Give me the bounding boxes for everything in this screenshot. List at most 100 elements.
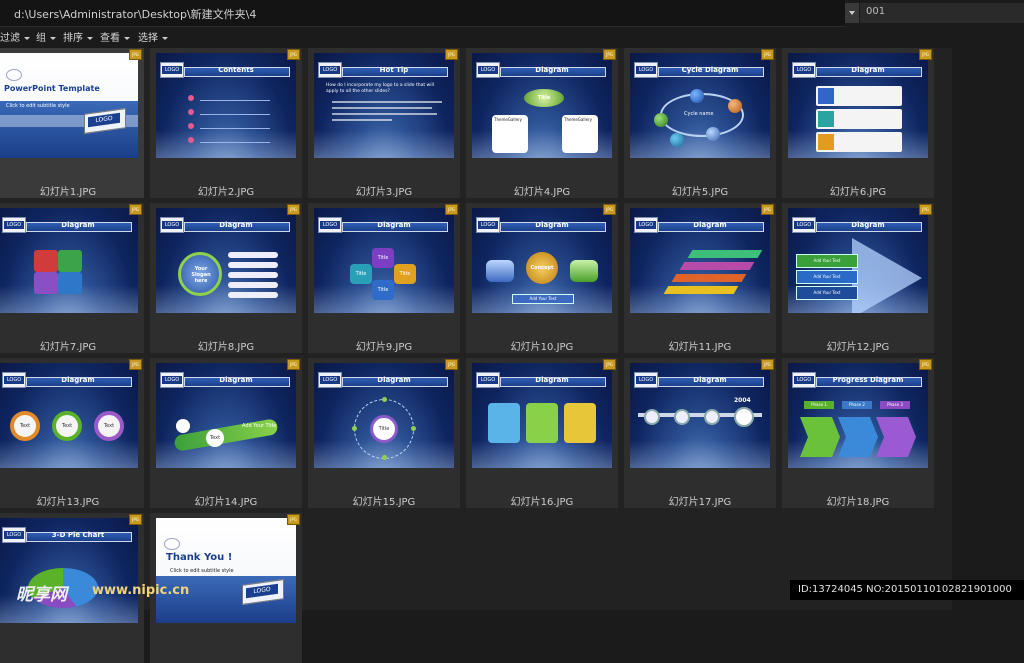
slide-thumbnail: LOGO Diagram [472, 363, 612, 468]
slide-thumbnail: LOGO Diagram [788, 53, 928, 158]
select-label: 选择 [138, 33, 158, 44]
select-menu[interactable]: 选择 [138, 29, 168, 44]
slide-title: Diagram [535, 66, 569, 74]
slide-title: Diagram [61, 221, 95, 229]
watermark-brand: 昵享网 [16, 585, 67, 605]
chevron-down-icon [50, 36, 56, 40]
address-dropdown-button[interactable] [845, 3, 859, 23]
thumbnail-grid: PowerPoint Template Click to edit subtit… [0, 48, 952, 663]
file-name: 幻灯片13.JPG [36, 497, 100, 508]
file-type-icon: JPG [445, 49, 458, 60]
filter-label: 过滤 [0, 33, 20, 44]
file-name: 幻灯片5.JPG [671, 187, 729, 198]
slide-title: Diagram [693, 376, 727, 384]
file-type-icon: JPG [761, 359, 774, 370]
file-tile[interactable]: LOGO Diagram Add Your Text Add Your Text… [782, 203, 934, 353]
slide-thumbnail: LOGO Progress Diagram Phase 1 Phase 2 Ph… [788, 363, 928, 468]
file-name: 幻灯片1.JPG [39, 187, 97, 198]
group-menu[interactable]: 组 [36, 29, 56, 44]
search-input[interactable]: 001 [860, 3, 1024, 23]
watermark-url: www.nipic.cn [92, 583, 190, 598]
file-tile[interactable]: LOGO Diagram JPG 幻灯片6.JPG [782, 48, 934, 198]
slide-title: Diagram [377, 221, 411, 229]
file-name: 幻灯片4.JPG [513, 187, 571, 198]
slide-thumbnail: LOGO Diagram Add Your Text Add Your Text… [788, 208, 928, 313]
slide-title: Diagram [219, 221, 253, 229]
file-type-icon: JPG [287, 514, 300, 525]
file-name: 幻灯片3.JPG [355, 187, 413, 198]
file-tile[interactable]: LOGO Diagram Title JPG 幻灯片15.JPG [308, 358, 460, 508]
slide-thumbnail: LOGO Diagram Your Slogan here [156, 208, 296, 313]
file-type-icon: JPG [287, 204, 300, 215]
file-tile[interactable]: LOGO Diagram Title ThemeGallery ThemeGal… [466, 48, 618, 198]
slide-title: PowerPoint Template [4, 84, 100, 93]
view-label: 查看 [100, 33, 120, 44]
slide-thumbnail: LOGO Diagram Title [314, 363, 454, 468]
file-tile[interactable]: LOGO Contents JPG 幻灯片2.JPG [150, 48, 302, 198]
file-name: 幻灯片6.JPG [829, 187, 887, 198]
file-tile[interactable]: LOGO Diagram JPG 幻灯片11.JPG [624, 203, 776, 353]
slide-title: 3-D Pie Chart [51, 531, 105, 539]
file-tile[interactable]: LOGO Cycle Diagram Cycle name JPG 幻灯片5.J… [624, 48, 776, 198]
file-type-icon: JPG [603, 49, 616, 60]
slide-subtitle: Click to edit subtitle style [6, 103, 70, 109]
file-tile[interactable]: LOGO Diagram Text Add Your Title JPG 幻灯片… [150, 358, 302, 508]
file-name: 幻灯片18.JPG [826, 497, 890, 508]
file-tile[interactable]: LOGO Diagram Concept Add Your Text JPG 幻… [466, 203, 618, 353]
slide-title: Diagram [219, 376, 253, 384]
slide-title: Contents [218, 66, 254, 74]
file-tile[interactable]: LOGO Diagram Your Slogan here JPG 幻灯片8.J… [150, 203, 302, 353]
slide-thumbnail: LOGO Diagram [0, 208, 138, 313]
slide-thumbnail: LOGO Diagram Text Add Your Title [156, 363, 296, 468]
slide-thumbnail: LOGO Diagram Title ThemeGallery ThemeGal… [472, 53, 612, 158]
file-type-icon: JPG [761, 49, 774, 60]
file-tile[interactable]: LOGO Diagram JPG 幻灯片16.JPG [466, 358, 618, 508]
file-type-icon: JPG [129, 49, 142, 60]
file-name: 幻灯片17.JPG [668, 497, 732, 508]
file-type-icon: JPG [919, 49, 932, 60]
slide-thumbnail: PowerPoint Template Click to edit subtit… [0, 53, 138, 158]
address-bar[interactable]: d:\Users\Administrator\Desktop\新建文件夹\4 [0, 0, 845, 27]
status-text: ID:13724045 NO:20150110102821901000 [798, 584, 1012, 595]
slide-title: Diagram [851, 221, 885, 229]
slide-title: Diagram [851, 66, 885, 74]
file-name: 幻灯片16.JPG [510, 497, 574, 508]
file-tile[interactable]: LOGO Diagram Text Text Text JPG 幻灯片13.JP… [0, 358, 144, 508]
slide-title: Progress Diagram [832, 376, 904, 384]
file-tile[interactable]: LOGO Diagram 2004 JPG 幻灯片17.JPG [624, 358, 776, 508]
file-name: 幻灯片14.JPG [194, 497, 258, 508]
file-name: 幻灯片10.JPG [510, 342, 574, 353]
slide-thumbnail: LOGO Hot Tip How do I incorporate my log… [314, 53, 454, 158]
slide-thumbnail: LOGO Diagram [630, 208, 770, 313]
slide-thumbnail: LOGO 3-D Pie Chart [0, 518, 138, 623]
file-name: 幻灯片8.JPG [197, 342, 255, 353]
slide-title: Diagram [61, 376, 95, 384]
file-type-icon: JPG [445, 204, 458, 215]
file-type-icon: JPG [761, 204, 774, 215]
file-type-icon: JPG [287, 49, 300, 60]
file-type-icon: JPG [129, 359, 142, 370]
slide-subtitle: Click to edit subtitle style [170, 568, 234, 574]
slide-thumbnail: LOGO Contents [156, 53, 296, 158]
chevron-down-icon [124, 36, 130, 40]
toolbar: 过滤 组 排序 查看 选择 [0, 27, 1024, 45]
slide-title: Cycle Diagram [681, 66, 739, 74]
view-menu[interactable]: 查看 [100, 29, 130, 44]
file-tile[interactable]: LOGO Diagram Title Title Title Title JPG… [308, 203, 460, 353]
file-tile[interactable]: PowerPoint Template Click to edit subtit… [0, 48, 144, 198]
address-path[interactable]: d:\Users\Administrator\Desktop\新建文件夹\4 [14, 6, 256, 22]
file-type-icon: JPG [919, 204, 932, 215]
file-name: 幻灯片7.JPG [39, 342, 97, 353]
slide-title: Diagram [377, 376, 411, 384]
sort-menu[interactable]: 排序 [63, 29, 93, 44]
file-tile[interactable]: LOGO Progress Diagram Phase 1 Phase 2 Ph… [782, 358, 934, 508]
chevron-down-icon [87, 36, 93, 40]
slide-title: Diagram [693, 221, 727, 229]
filter-menu[interactable]: 过滤 [0, 29, 30, 44]
file-tile[interactable]: LOGO Hot Tip How do I incorporate my log… [308, 48, 460, 198]
slide-thumbnail: LOGO Diagram Concept Add Your Text [472, 208, 612, 313]
slide-thumbnail: LOGO Diagram Title Title Title Title [314, 208, 454, 313]
file-type-icon: JPG [129, 204, 142, 215]
file-tile[interactable]: LOGO Diagram JPG 幻灯片7.JPG [0, 203, 144, 353]
hot-tip-text: How do I incorporate my logo to a slide … [326, 83, 434, 94]
